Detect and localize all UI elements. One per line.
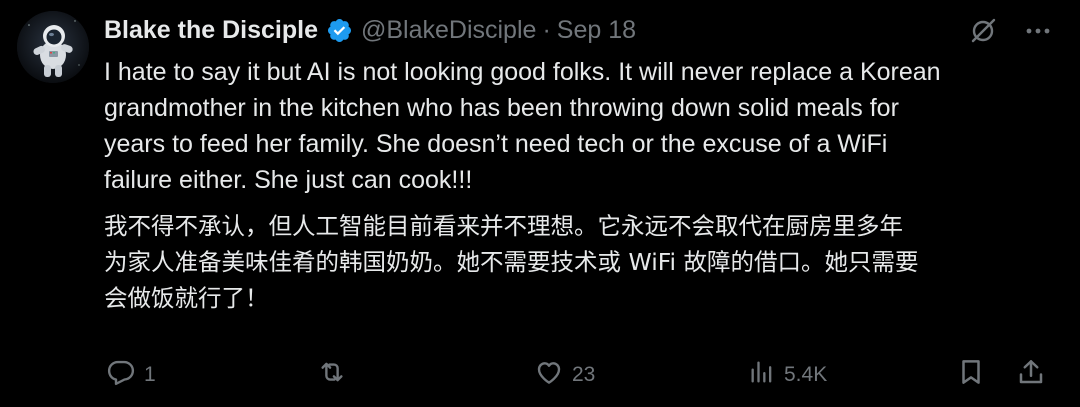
like-button[interactable]: 23 bbox=[534, 358, 595, 392]
tweet-action-bar: 1 23 5.4K bbox=[104, 358, 1052, 392]
views-icon bbox=[748, 357, 776, 393]
verified-badge-icon[interactable] bbox=[326, 17, 353, 44]
author-name[interactable]: Blake the Disciple bbox=[104, 12, 318, 48]
tweet-top-actions bbox=[968, 16, 1052, 46]
tweet[interactable]: Blake the Disciple @BlakeDisciple · Sep … bbox=[0, 0, 1080, 407]
reply-button[interactable]: 1 bbox=[106, 358, 156, 392]
heart-icon bbox=[534, 357, 564, 393]
reply-count: 1 bbox=[144, 363, 156, 386]
bookmark-button[interactable] bbox=[956, 358, 986, 392]
share-button[interactable] bbox=[1016, 358, 1046, 392]
more-icon[interactable] bbox=[1024, 17, 1052, 45]
like-count: 23 bbox=[572, 363, 596, 386]
tweet-text-chinese: 我不得不承认，但人工智能目前看来并不理想。它永远不会取代在厨房里多年 为家人准备… bbox=[104, 212, 919, 312]
tweet-timestamp[interactable]: Sep 18 bbox=[557, 12, 636, 48]
tweet-header: Blake the Disciple @BlakeDisciple · Sep … bbox=[104, 12, 636, 48]
astronaut-avatar-image bbox=[17, 11, 89, 83]
avatar[interactable] bbox=[17, 11, 89, 83]
tweet-text-english: I hate to say it but AI is not looking g… bbox=[104, 58, 941, 194]
retweet-button[interactable] bbox=[316, 358, 356, 392]
separator-dot: · bbox=[542, 16, 551, 44]
grok-slash-icon[interactable] bbox=[968, 16, 998, 46]
views-button[interactable]: 5.4K bbox=[748, 358, 827, 392]
views-count: 5.4K bbox=[784, 363, 828, 386]
author-handle[interactable]: @BlakeDisciple bbox=[361, 12, 536, 48]
retweet-icon bbox=[316, 357, 348, 393]
reply-icon bbox=[106, 357, 136, 393]
bookmark-icon bbox=[956, 357, 986, 393]
share-icon bbox=[1016, 357, 1046, 393]
